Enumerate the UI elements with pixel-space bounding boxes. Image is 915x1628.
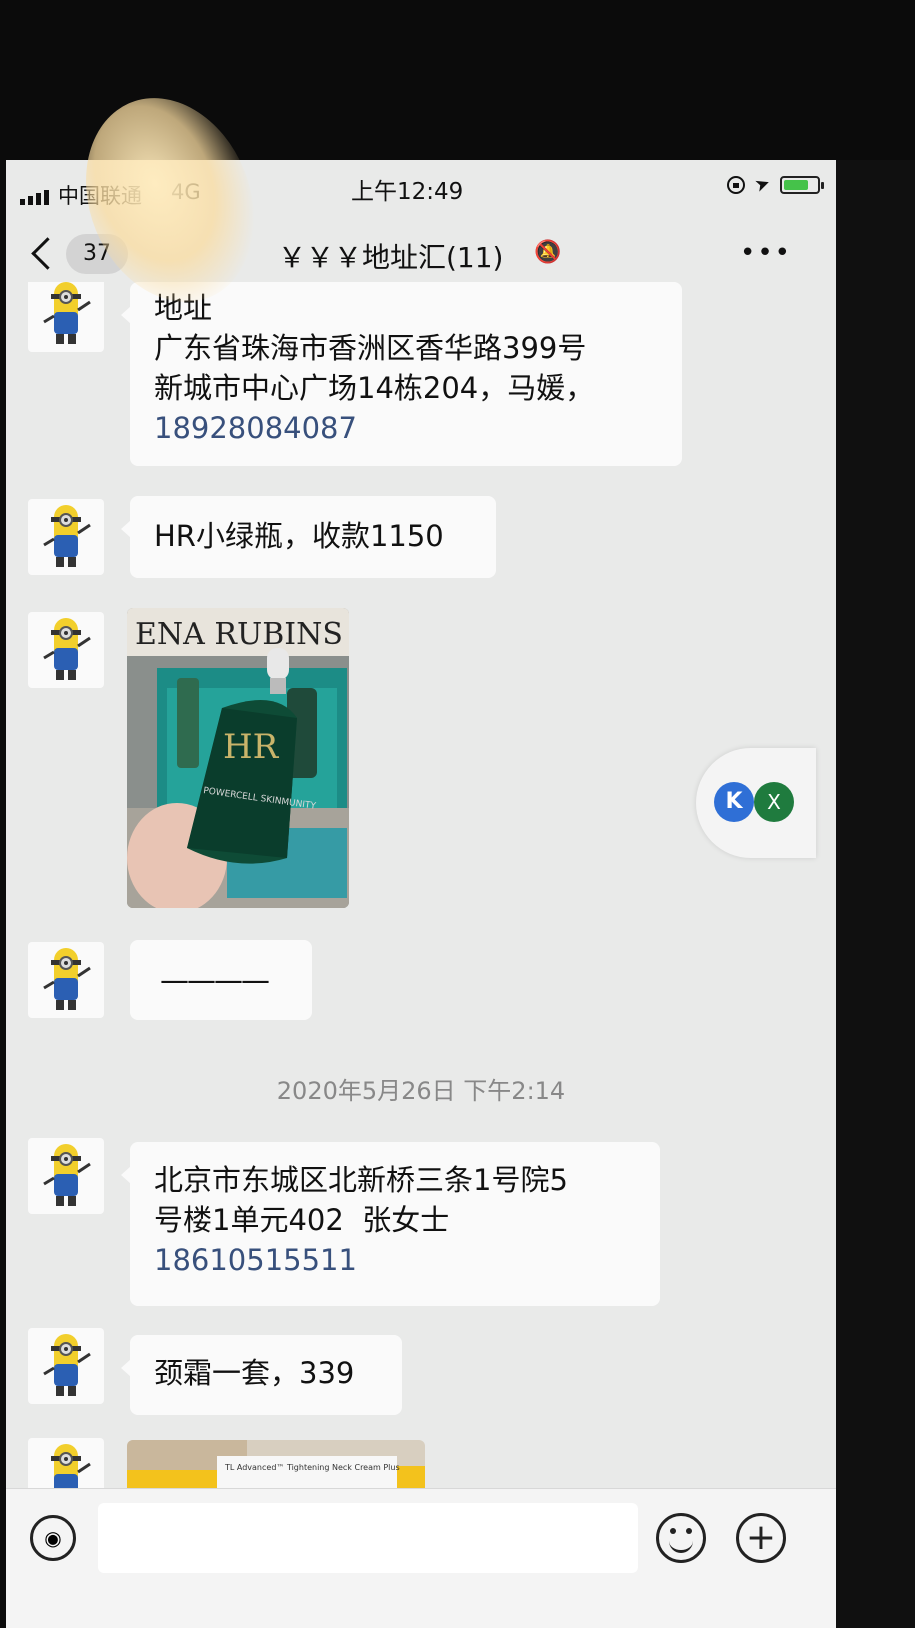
message-list[interactable]: 地址 广东省珠海市香洲区香华路399号 新城市中心广场14栋204，马媛， 18… bbox=[6, 282, 836, 1492]
message-bubble[interactable]: 颈霜一套，339 bbox=[121, 1335, 402, 1415]
message-line: ———— bbox=[160, 963, 270, 997]
avatar[interactable] bbox=[28, 942, 104, 1018]
product-box-text: TL Advanced™ Tightening Neck Cream Plus bbox=[224, 1463, 400, 1472]
phone-number-link[interactable]: 18928084087 bbox=[154, 408, 658, 448]
message-bubble[interactable]: HR小绿瓶，收款1150 bbox=[121, 496, 496, 578]
location-arrow-icon: ➤ bbox=[751, 172, 774, 197]
message-timestamp: 2020年5月26日 下午2:14 bbox=[276, 1077, 566, 1105]
unread-count-badge[interactable]: 37 bbox=[66, 234, 128, 274]
status-time: 上午12:49 bbox=[351, 179, 464, 205]
device-bezel bbox=[836, 160, 915, 1628]
store-sign-text: ENA RUBINS bbox=[135, 617, 343, 652]
voice-icon[interactable]: ◉ bbox=[30, 1515, 76, 1561]
phone-number-link[interactable]: 18610515511 bbox=[154, 1240, 636, 1280]
bottle-logo-text: HR bbox=[223, 727, 280, 767]
avatar[interactable] bbox=[28, 1438, 104, 1492]
avatar[interactable] bbox=[28, 499, 104, 575]
avatar[interactable] bbox=[28, 1328, 104, 1404]
battery-icon bbox=[780, 175, 824, 194]
status-icons: ➤ bbox=[726, 172, 824, 197]
x-app-icon[interactable]: X bbox=[754, 782, 794, 822]
avatar[interactable] bbox=[28, 1138, 104, 1214]
message-line: 号楼1单元402 张女士 bbox=[154, 1203, 450, 1237]
plus-icon[interactable]: + bbox=[736, 1513, 786, 1563]
avatar[interactable] bbox=[28, 612, 104, 688]
bell-slash-icon: 🔕 bbox=[534, 240, 562, 265]
message-bubble[interactable]: ———— bbox=[130, 940, 312, 1020]
back-chevron-icon[interactable] bbox=[31, 237, 64, 270]
product-photo-message[interactable]: TL Advanced™ Tightening Neck Cream Plus bbox=[127, 1440, 425, 1492]
avatar[interactable] bbox=[28, 282, 104, 352]
message-line: HR小绿瓶，收款1150 bbox=[154, 519, 444, 553]
k-app-icon[interactable]: K bbox=[714, 782, 754, 822]
message-line: 广东省珠海市香洲区香华路399号 bbox=[154, 331, 587, 365]
phone-screen: 中国联通 4G 上午12:49 ➤ 37 ￥￥￥地址汇(11) 🔕 ••• 地址… bbox=[6, 160, 836, 1628]
message-bubble[interactable]: 地址 广东省珠海市香洲区香华路399号 新城市中心广场14栋204，马媛， 18… bbox=[121, 282, 682, 466]
chat-input-bar: ◉ + bbox=[6, 1488, 836, 1628]
message-line: 颈霜一套，339 bbox=[154, 1356, 355, 1390]
status-bar: 中国联通 4G 上午12:49 ➤ bbox=[6, 160, 836, 210]
network-label: 4G bbox=[171, 180, 201, 204]
more-options-button[interactable]: ••• bbox=[740, 238, 792, 268]
message-bubble[interactable]: 北京市东城区北新桥三条1号院5 号楼1单元402 张女士 18610515511 bbox=[121, 1142, 660, 1306]
chat-title: ￥￥￥地址汇(11) bbox=[278, 241, 504, 274]
product-photo-message[interactable]: ENA RUBINS HR POWERCELL SKINMUNITY bbox=[127, 608, 349, 908]
message-input[interactable] bbox=[98, 1503, 638, 1573]
chat-nav-bar: 37 ￥￥￥地址汇(11) 🔕 ••• bbox=[6, 212, 836, 282]
carrier-label: 中国联通 bbox=[58, 184, 142, 208]
message-line: 地址 bbox=[154, 291, 213, 325]
floating-assistant-widget[interactable]: K X bbox=[696, 748, 816, 858]
message-line: 北京市东城区北新桥三条1号院5 bbox=[154, 1163, 568, 1197]
emoji-icon[interactable] bbox=[656, 1513, 706, 1563]
signal-icon bbox=[20, 190, 49, 205]
rotation-lock-icon bbox=[726, 175, 745, 194]
message-line: 新城市中心广场14栋204，马媛， bbox=[154, 371, 595, 405]
